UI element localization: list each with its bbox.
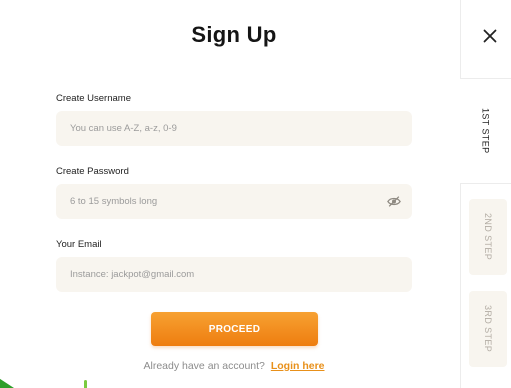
step-tab-2-label: 2ND STEP: [483, 213, 493, 261]
username-input[interactable]: [68, 122, 400, 135]
username-label: Create Username: [56, 93, 131, 104]
step-tab-2[interactable]: 2ND STEP: [469, 199, 507, 275]
step-tab-3-label: 3RD STEP: [483, 305, 493, 353]
password-input[interactable]: [68, 195, 400, 208]
proceed-button[interactable]: PROCEED: [151, 312, 318, 346]
email-label: Your Email: [56, 239, 102, 250]
eye-slash-icon[interactable]: [387, 195, 401, 208]
step-tab-3[interactable]: 3RD STEP: [469, 291, 507, 367]
close-icon[interactable]: [483, 29, 497, 43]
username-field-wrap: [56, 111, 412, 146]
login-prompt: Already have an account? Login here: [0, 360, 468, 372]
email-field-wrap: [56, 257, 412, 292]
step-tab-1-label: 1ST STEP: [480, 108, 491, 154]
step-tab-1[interactable]: 1ST STEP: [460, 79, 511, 183]
password-label: Create Password: [56, 166, 129, 177]
login-link[interactable]: Login here: [271, 360, 325, 372]
decorative-sprout: [84, 380, 87, 388]
password-field-wrap: [56, 184, 412, 219]
login-prompt-text: Already have an account?: [143, 360, 265, 372]
decorative-leaf: [0, 378, 14, 388]
close-button[interactable]: [460, 0, 511, 79]
page-title: Sign Up: [191, 22, 277, 47]
signup-modal: Sign Up Create Username Create Password …: [0, 0, 460, 388]
email-input[interactable]: [68, 268, 400, 281]
